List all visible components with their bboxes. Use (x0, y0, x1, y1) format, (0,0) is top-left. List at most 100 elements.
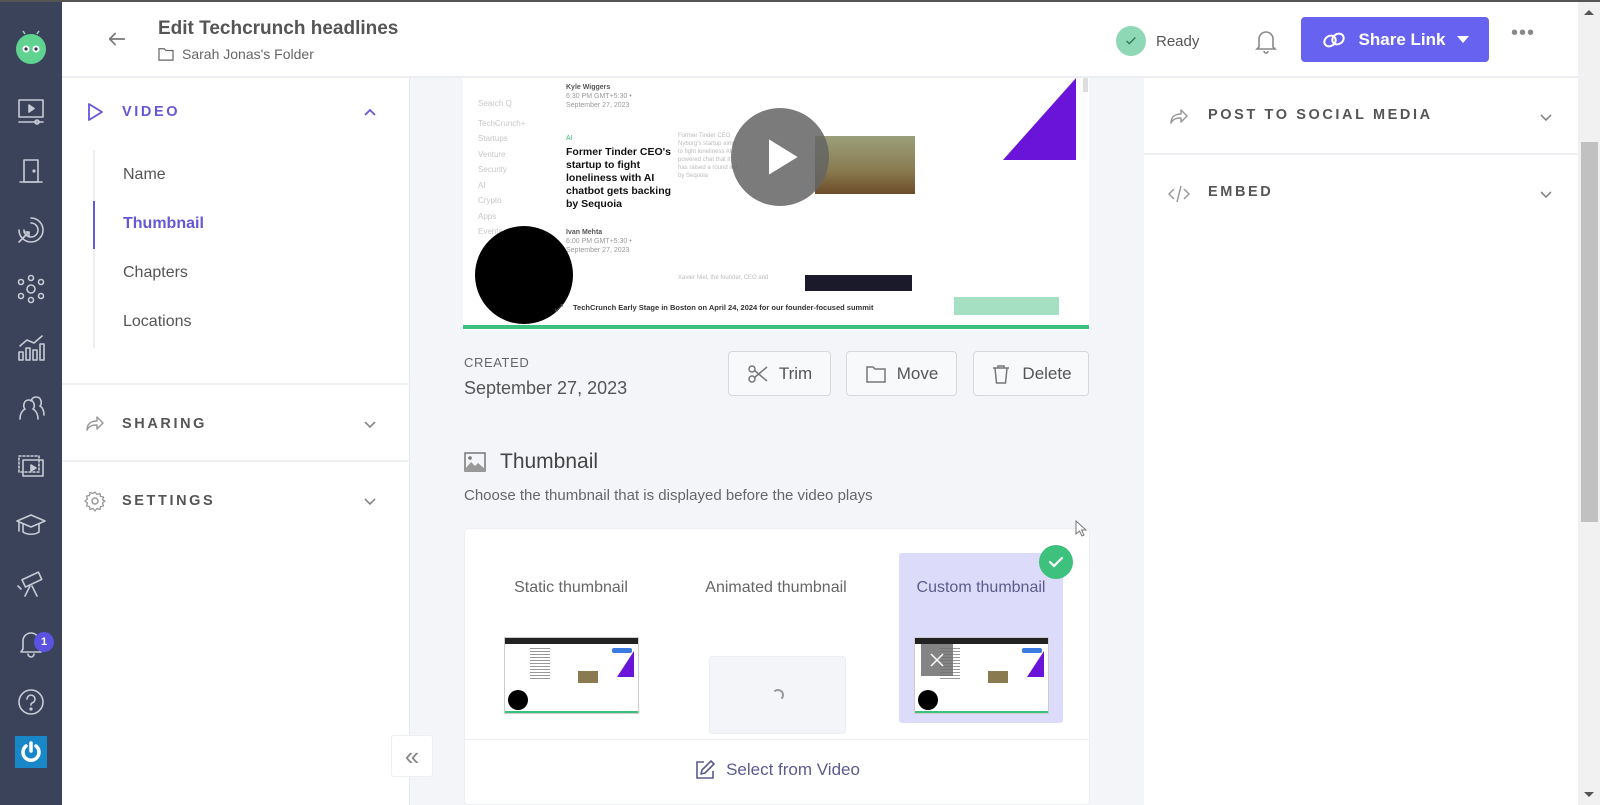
folder-name: Sarah Jonas's Folder (182, 46, 314, 62)
video-preview[interactable]: Search Q TechCrunch+ Startups Venture Se… (463, 78, 1089, 330)
more-options-button[interactable]: ••• (1510, 23, 1536, 48)
chevron-down-icon (364, 498, 376, 506)
mouse-cursor-icon (1075, 520, 1087, 537)
code-icon (1168, 185, 1190, 203)
share-arrow-icon (86, 416, 104, 431)
section-sharing-label: SHARING (122, 416, 208, 432)
scissors-icon (748, 364, 768, 383)
power-icon[interactable] (15, 736, 47, 768)
library-icon[interactable] (13, 448, 49, 484)
trim-label: Trim (778, 363, 813, 383)
app-logo-icon[interactable] (14, 30, 48, 64)
option-label: Animated thumbnail (705, 579, 847, 596)
sub-item-locations[interactable]: Locations (123, 313, 192, 331)
section-divider (62, 460, 410, 462)
thumbnail-option-custom[interactable]: Custom thumbnail (899, 553, 1063, 723)
chevron-up-icon (364, 108, 376, 116)
chevron-down-icon (1540, 191, 1552, 199)
sub-item-chapters[interactable]: Chapters (123, 264, 188, 282)
close-icon (930, 653, 944, 667)
team-icon[interactable] (13, 389, 49, 425)
page-scrollbar[interactable] (1578, 2, 1600, 805)
video-frame-scrollbar (1083, 78, 1088, 92)
section-embed-label: EMBED (1208, 184, 1274, 200)
chevron-down-icon (1540, 114, 1552, 122)
window-top-border (0, 0, 1600, 2)
publish-panel: POST TO SOCIAL MEDIA EMBED (1144, 78, 1578, 805)
bell-icon[interactable] (1254, 28, 1278, 54)
image-icon (464, 452, 486, 472)
door-icon[interactable] (13, 153, 49, 189)
select-from-video-button[interactable]: Select from Video (465, 755, 1089, 785)
delete-button[interactable]: Delete (973, 351, 1089, 396)
video-frame-byline: Ivan Mehta 6:00 PM GMT+5:30 • September … (566, 229, 632, 254)
section-settings-header[interactable]: SETTINGS (62, 471, 410, 531)
video-progress-bar[interactable] (463, 325, 1089, 329)
section-embed-header[interactable]: EMBED (1144, 155, 1578, 230)
scroll-down-arrow-icon[interactable] (1584, 792, 1594, 797)
settings-sidebar: VIDEO Name Thumbnail Chapters Locations … (62, 78, 410, 805)
sub-item-name[interactable]: Name (123, 166, 166, 184)
page-header: Edit Techcrunch headlines Sarah Jonas's … (62, 2, 1600, 78)
card-divider (465, 739, 1089, 740)
academy-icon[interactable] (13, 507, 49, 543)
folder-icon (158, 48, 174, 61)
videos-icon[interactable] (13, 94, 49, 130)
remove-thumbnail-button[interactable] (921, 644, 953, 676)
share-arrow-icon (1170, 109, 1188, 124)
thumbnail-options-card: Static thumbnail Animated thumbnail Cust… (464, 528, 1090, 805)
section-post-social-label: POST TO SOCIAL MEDIA (1208, 107, 1433, 123)
thumbnail-section-title: Thumbnail (464, 450, 598, 474)
sub-nav-track (93, 150, 95, 348)
gear-icon (84, 491, 106, 512)
video-frame-body: Former Tinder CEO Nyborg's startup aims … (678, 133, 738, 179)
expand-icon: ⤢ (555, 303, 563, 314)
thumbnail-title-text: Thumbnail (500, 450, 599, 473)
thumbnail-option-animated[interactable]: Animated thumbnail (694, 553, 858, 734)
section-post-social-header[interactable]: POST TO SOCIAL MEDIA (1144, 78, 1578, 153)
section-video-header[interactable]: VIDEO (62, 82, 410, 142)
share-link-button[interactable]: Share Link (1301, 17, 1489, 62)
custom-thumbnail-preview (914, 637, 1049, 714)
help-icon[interactable] (13, 684, 49, 720)
play-button[interactable] (731, 108, 829, 206)
telescope-icon[interactable] (13, 566, 49, 602)
video-frame-controls (954, 297, 1059, 315)
back-button[interactable] (102, 24, 132, 54)
app-rail: 1 (0, 0, 62, 805)
scroll-thumb[interactable] (1581, 142, 1598, 522)
video-frame-nav: Search Q TechCrunch+ Startups Venture Se… (478, 99, 526, 236)
status-text: Ready (1156, 32, 1200, 50)
created-label: CREATED (464, 355, 530, 370)
animated-thumbnail-loading (709, 656, 846, 734)
static-thumbnail-preview (504, 637, 639, 714)
spinner-icon (771, 689, 784, 701)
scroll-up-arrow-icon[interactable] (1584, 10, 1594, 15)
move-button[interactable]: Move (846, 351, 957, 396)
arrow-left-icon (108, 32, 126, 46)
network-icon[interactable] (13, 271, 49, 307)
collapse-sidebar-button[interactable]: « (391, 735, 433, 777)
section-divider (62, 383, 410, 385)
sub-item-thumbnail[interactable]: Thumbnail (123, 215, 204, 233)
selected-check-icon (1039, 545, 1073, 579)
video-frame-triangle-graphic (1003, 78, 1076, 160)
video-frame-byline: Kyle Wiggers 6:30 PM GMT+5:30 • Septembe… (566, 84, 632, 109)
folder-icon (865, 365, 886, 383)
delete-label: Delete (1022, 363, 1072, 383)
select-from-video-label: Select from Video (726, 760, 860, 779)
section-video-label: VIDEO (122, 104, 181, 120)
section-sharing-header[interactable]: SHARING (62, 394, 410, 454)
created-date: September 27, 2023 (464, 378, 628, 398)
video-frame-photo (815, 136, 915, 194)
analytics-icon[interactable] (13, 330, 49, 366)
video-frame-headline: Former Tinder CEO's startup to fight lon… (566, 146, 672, 210)
notification-count-badge: 1 (34, 632, 54, 652)
breadcrumb-folder[interactable]: Sarah Jonas's Folder (158, 46, 314, 62)
thumbnail-option-static[interactable]: Static thumbnail (489, 553, 653, 723)
target-icon[interactable] (13, 212, 49, 248)
link-icon (1322, 32, 1345, 47)
edit-icon (696, 760, 715, 779)
option-label: Custom thumbnail (916, 579, 1046, 596)
trim-button[interactable]: Trim (728, 351, 831, 396)
